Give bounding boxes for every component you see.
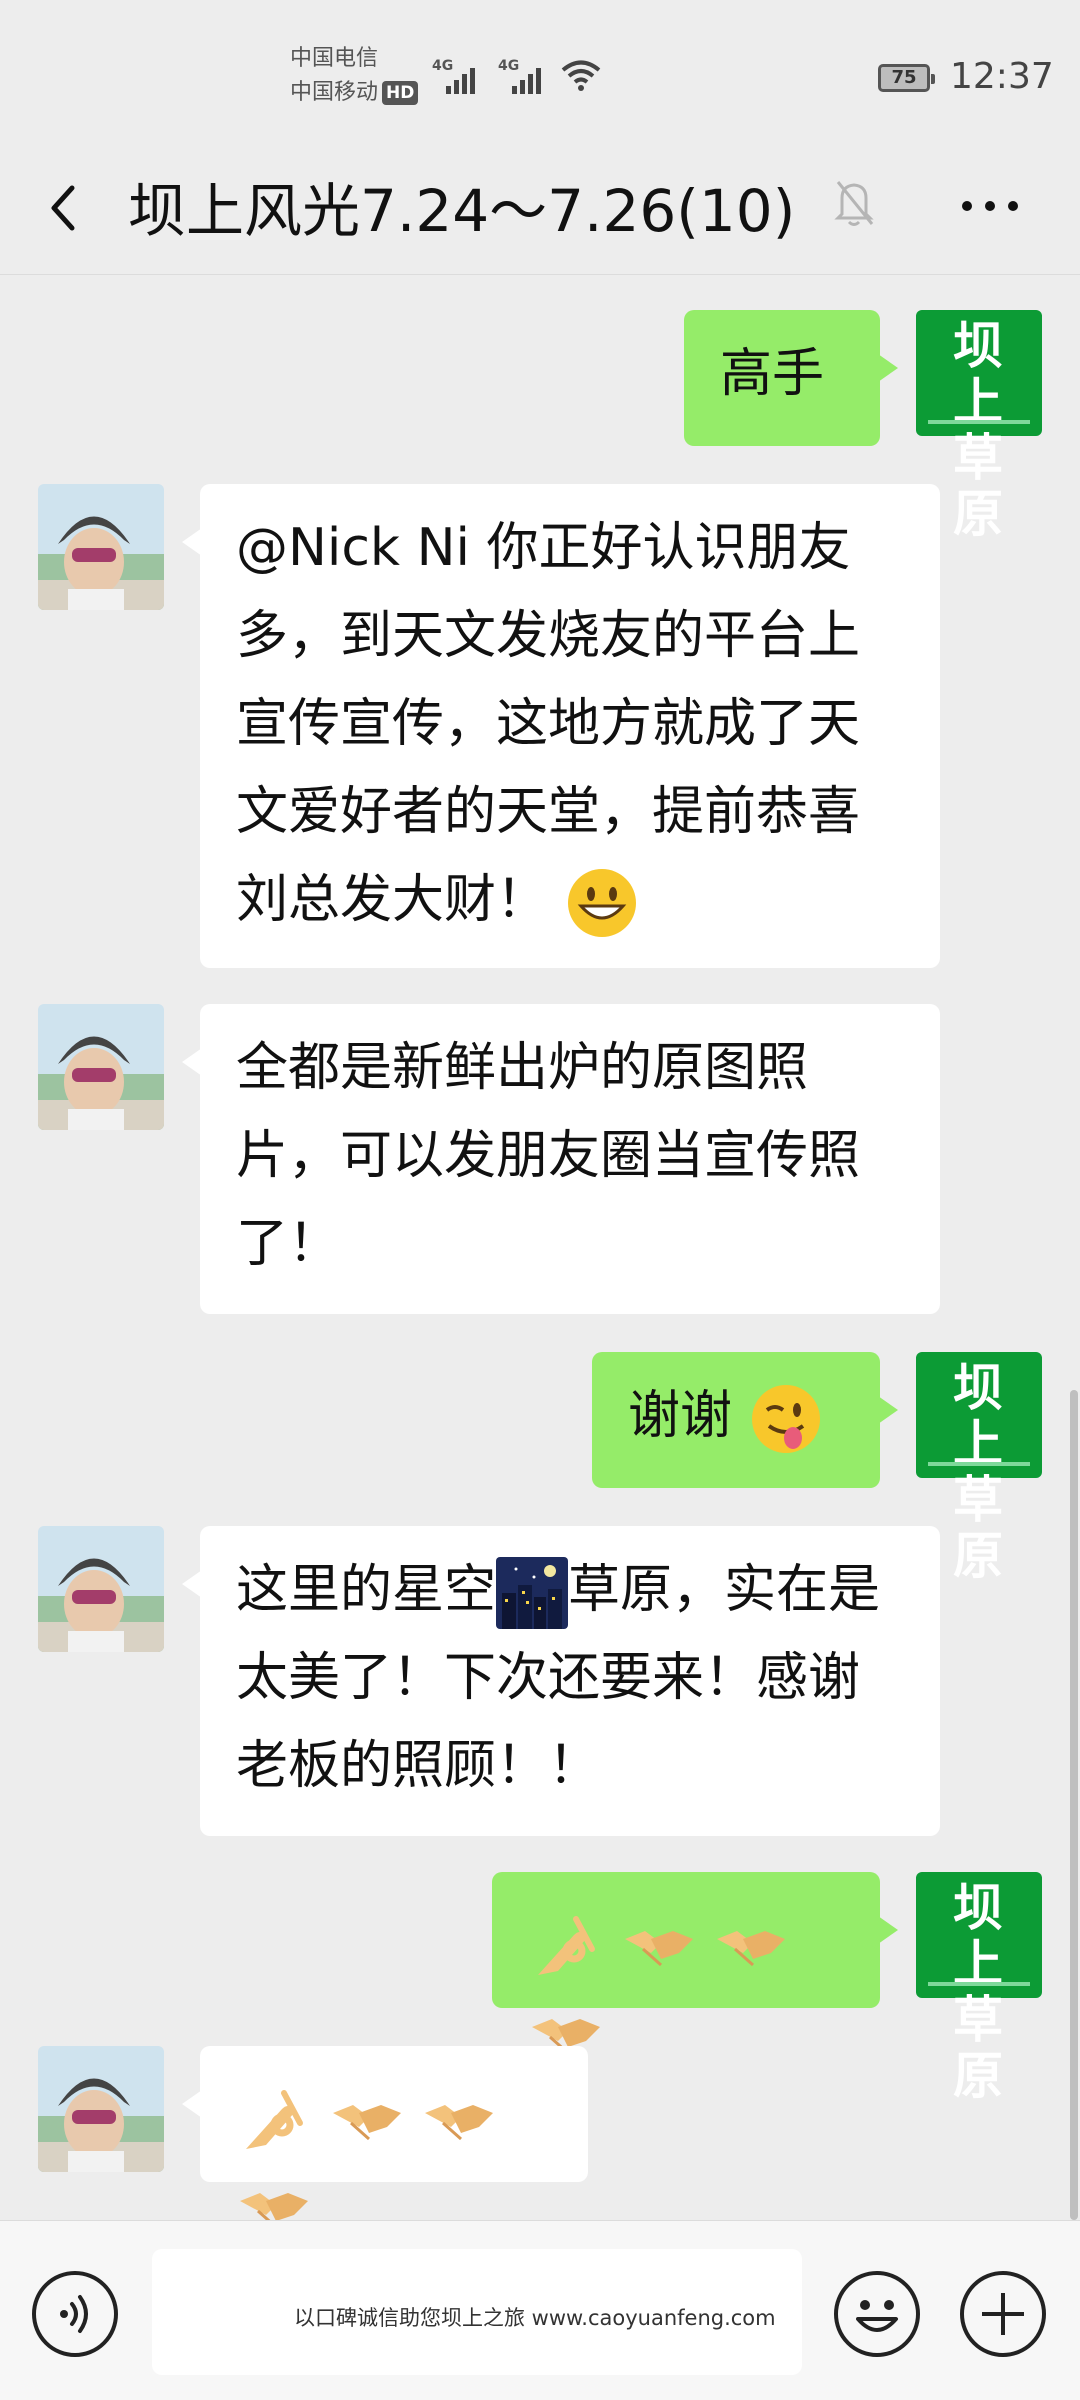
- night-city-icon: [496, 1557, 569, 1629]
- plus-icon: [982, 2293, 1024, 2335]
- message-bubble-self[interactable]: 谢谢: [592, 1352, 898, 1488]
- emoji-button[interactable]: [834, 2271, 920, 2357]
- message-text: 谢谢: [628, 1386, 733, 1446]
- message-text: 全都是新鲜出炉的原图照片，可以发朋友圈当宣传照了！: [236, 1038, 861, 1274]
- voice-icon: [60, 2295, 88, 2333]
- message-bubble-self[interactable]: [492, 1872, 898, 2055]
- message-text: 高手: [720, 344, 825, 404]
- handshake-icon: [425, 2105, 494, 2141]
- wifi-icon: [561, 60, 601, 91]
- contact-avatar[interactable]: [38, 484, 164, 610]
- chat-title: 坝上风光7.24～7.26(10): [128, 177, 796, 245]
- carrier-2: 中国移动: [290, 80, 379, 105]
- handshake-icon: [332, 2105, 401, 2141]
- smiley-icon: [856, 2300, 898, 2332]
- self-avatar-text: 坝上草原: [953, 317, 1005, 543]
- chat-scrollbar[interactable]: [1070, 1390, 1078, 2220]
- handshake-icon: [717, 1931, 786, 1967]
- message-bubble-other[interactable]: [182, 2046, 588, 2229]
- message-bubble-other[interactable]: 这里的星空 草原，实在是太美了！下次还要来！感谢老板的照顾！！: [182, 1526, 940, 1836]
- message-bubble-other[interactable]: 全都是新鲜出炉的原图照片，可以发朋友圈当宣传照了！: [182, 1004, 940, 1314]
- mute-bell-icon: [834, 181, 874, 226]
- chat-header: 坝上风光7.24～7.26(10): [0, 140, 1080, 275]
- self-avatar-text: 坝上草原: [953, 1879, 1005, 2105]
- ok-hand-icon: [246, 2090, 303, 2149]
- message-bubble-self[interactable]: 高手: [684, 310, 898, 446]
- contact-avatar[interactable]: [38, 1526, 164, 1652]
- signal-icon: [446, 62, 475, 94]
- carrier-1: 中国电信: [290, 46, 379, 71]
- status-bar: 中国电信 中国移动 HD 4G 4G 75 12:37: [0, 0, 1080, 140]
- message-bubble-other[interactable]: @Nick Ni 你正好认识朋友多，到天文发烧友的平台上宣传宣传，这地方就成了天…: [182, 484, 940, 968]
- self-avatar[interactable]: 坝上草原: [916, 1352, 1042, 1584]
- contact-avatar[interactable]: [38, 2046, 164, 2172]
- status-time: 12:37: [950, 56, 1054, 97]
- grinning-face-icon: [567, 869, 636, 937]
- voice-input-button[interactable]: [32, 2271, 118, 2357]
- handshake-icon: [624, 1931, 693, 1967]
- hd-badge: HD: [382, 81, 419, 105]
- watermark-text: 以口碑诚信助您坝上之旅 www.caoyuanfeng.com: [294, 2306, 776, 2330]
- signal-icon: [512, 62, 541, 94]
- more-options-icon[interactable]: [955, 176, 1025, 236]
- back-arrow-icon[interactable]: [40, 178, 90, 238]
- self-avatar-text: 坝上草原: [953, 1359, 1005, 1585]
- self-avatar[interactable]: 坝上草原: [916, 1872, 1042, 2104]
- more-functions-button[interactable]: [960, 2271, 1046, 2357]
- contact-avatar[interactable]: [38, 1004, 164, 1130]
- message-text: @Nick Ni 你正好认识朋友多，到天文发烧友的平台上宣传宣传，这地方就成了天…: [236, 518, 861, 930]
- battery-icon: 75: [878, 64, 935, 92]
- message-text-part-1: 这里的星空: [236, 1560, 497, 1620]
- self-avatar[interactable]: 坝上草原: [916, 310, 1042, 542]
- carrier-info: 中国电信 中国移动 HD: [290, 42, 419, 110]
- ok-hand-icon: [538, 1916, 595, 1975]
- winking-face-with-tongue-icon: [751, 1385, 820, 1453]
